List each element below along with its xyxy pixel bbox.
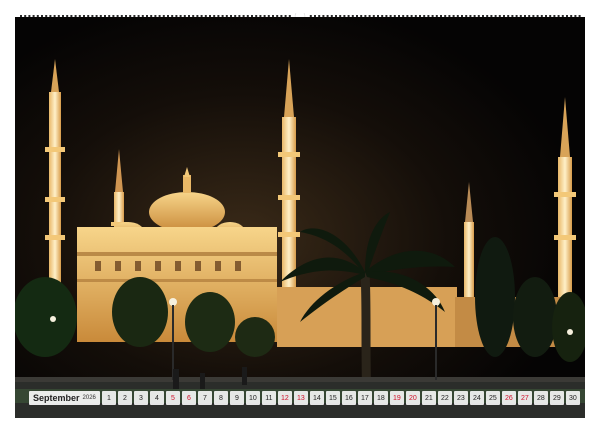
day-cell: 27 [517, 391, 532, 405]
day-cell: 9 [229, 391, 244, 405]
day-cell: 14 [309, 391, 324, 405]
day-cell: 4 [149, 391, 164, 405]
day-cell: 17 [357, 391, 372, 405]
day-cell: 11 [261, 391, 276, 405]
day-cell: 29 [549, 391, 564, 405]
day-cell: 12 [277, 391, 292, 405]
blue-mosque-night-photo [15, 17, 585, 418]
day-cell: 3 [133, 391, 148, 405]
day-cell: 28 [533, 391, 548, 405]
calendar-page: September 2026 1 2 3 4 5 6 7 8 9 10 11 12 13 14 15 16 17… [0, 0, 600, 432]
day-cell: 26 [501, 391, 516, 405]
day-cell: 5 [165, 391, 180, 405]
calendar-strip: September 2026 1 2 3 4 5 6 7 8 9 10 11 12 13 14 15 16 17… [29, 391, 580, 405]
mosque-illustration [15, 17, 585, 418]
day-cell: 10 [245, 391, 260, 405]
day-cell: 1 [101, 391, 116, 405]
day-cell: 7 [197, 391, 212, 405]
day-cell: 30 [565, 391, 580, 405]
day-cells: 1 2 3 4 5 6 7 8 9 10 11 12 13 14 15 16 17 18 19 20 21 22 23 24 2… [101, 391, 580, 405]
month-year: 2026 [82, 395, 96, 401]
day-cell: 24 [469, 391, 484, 405]
day-cell: 2 [117, 391, 132, 405]
day-cell: 8 [213, 391, 228, 405]
day-cell: 21 [421, 391, 436, 405]
month-label-box: September 2026 [29, 391, 100, 405]
day-cell: 25 [485, 391, 500, 405]
day-cell: 20 [405, 391, 420, 405]
day-cell: 15 [325, 391, 340, 405]
day-cell: 22 [437, 391, 452, 405]
day-cell: 13 [293, 391, 308, 405]
month-name: September [33, 393, 80, 403]
day-cell: 19 [389, 391, 404, 405]
day-cell: 16 [341, 391, 356, 405]
day-cell: 18 [373, 391, 388, 405]
day-cell: 23 [453, 391, 468, 405]
day-cell: 6 [181, 391, 196, 405]
